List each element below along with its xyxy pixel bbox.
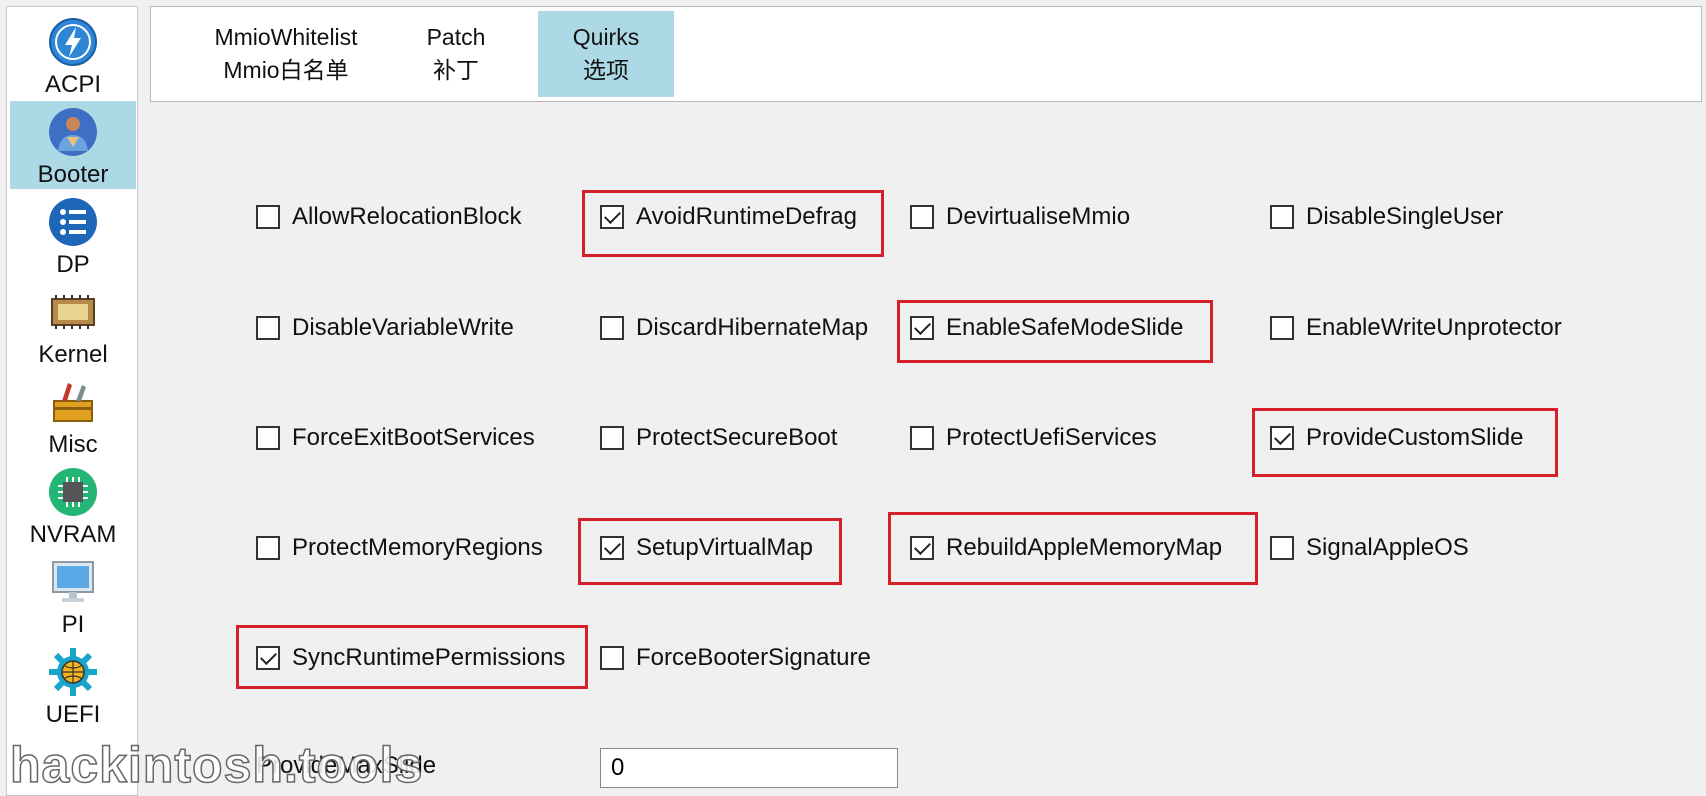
quirk-checkbox[interactable]: AvoidRuntimeDefrag: [600, 200, 857, 234]
provide-max-slide-label: ProvideMaxSlide: [256, 752, 437, 779]
quirk-label: AllowRelocationBlock: [292, 203, 522, 230]
list-icon: [49, 198, 97, 246]
quirk-label: AvoidRuntimeDefrag: [636, 203, 858, 230]
quirk-label: ProvideCustomSlide: [1306, 424, 1524, 451]
sidebar-item-pi[interactable]: PI: [10, 551, 136, 639]
sidebar-item-kernel[interactable]: Kernel: [10, 281, 136, 369]
bolt-icon: [49, 18, 97, 66]
monitor-icon: [52, 561, 94, 602]
sidebar-item-label: Booter: [37, 161, 109, 188]
quirk-checkbox[interactable]: DisableVariableWrite: [256, 311, 514, 345]
quirk-label: DiscardHibernateMap: [636, 314, 869, 341]
tab-bar: MmioWhitelist Mmio白名单 Patch 补丁 Quirks 选项: [150, 6, 1702, 102]
checkbox[interactable]: [910, 205, 934, 229]
checkbox[interactable]: [600, 646, 624, 670]
sidebar-item-label: Kernel: [38, 341, 108, 368]
quirk-checkbox[interactable]: DevirtualiseMmio: [910, 200, 1130, 234]
checkbox[interactable]: [256, 205, 280, 229]
checkbox[interactable]: [1270, 536, 1294, 560]
quirk-label: SignalAppleOS: [1306, 534, 1469, 561]
avatar-icon: [49, 108, 97, 156]
quirk-checkbox[interactable]: ForceBooterSignature: [600, 641, 871, 675]
quirk-label: DisableSingleUser: [1306, 203, 1504, 230]
sidebar-item-booter[interactable]: Booter: [10, 101, 136, 189]
tab-mmiowhitelist[interactable]: MmioWhitelist Mmio白名单: [191, 11, 381, 97]
quirk-checkbox[interactable]: ProtectMemoryRegions: [256, 531, 543, 565]
tab-patch[interactable]: Patch 补丁: [401, 11, 511, 97]
gear-globe-icon: [49, 648, 97, 696]
sidebar-item-acpi[interactable]: ACPI: [10, 11, 136, 99]
quirk-checkbox[interactable]: ProvideCustomSlide: [1270, 421, 1523, 455]
checkbox[interactable]: [600, 205, 624, 229]
quirk-label: EnableSafeModeSlide: [946, 314, 1184, 341]
quirk-checkbox[interactable]: EnableWriteUnprotector: [1270, 311, 1562, 345]
cpu-icon: [49, 468, 97, 516]
quirk-label: ProtectUefiServices: [946, 424, 1157, 451]
checkbox[interactable]: [256, 316, 280, 340]
checkbox[interactable]: [256, 646, 280, 670]
quirk-label: SyncRuntimePermissions: [292, 644, 566, 671]
checkbox[interactable]: [1270, 426, 1294, 450]
checkbox[interactable]: [600, 426, 624, 450]
provide-max-slide-input[interactable]: [600, 748, 898, 788]
sidebar-item-label: UEFI: [45, 701, 101, 728]
checkbox[interactable]: [600, 316, 624, 340]
quirk-checkbox[interactable]: SyncRuntimePermissions: [256, 641, 565, 675]
sidebar-item-label: DP: [56, 251, 90, 278]
quirk-label: SetupVirtualMap: [636, 534, 813, 561]
quirk-label: ProtectMemoryRegions: [292, 534, 543, 561]
quirk-label: ProtectSecureBoot: [636, 424, 838, 451]
checkbox[interactable]: [910, 426, 934, 450]
checkbox[interactable]: [910, 316, 934, 340]
sidebar-item-misc[interactable]: Misc: [10, 371, 136, 459]
quirk-checkbox[interactable]: DisableSingleUser: [1270, 200, 1503, 234]
quirk-checkbox[interactable]: ProtectSecureBoot: [600, 421, 837, 455]
sidebar-item-label: Misc: [48, 431, 98, 458]
quirk-label: ForceExitBootServices: [292, 424, 535, 451]
tab-label: MmioWhitelist: [214, 24, 358, 50]
quirk-label: DisableVariableWrite: [292, 314, 514, 341]
sidebar-item-label: PI: [61, 611, 85, 638]
tab-sublabel: Mmio白名单: [223, 57, 349, 83]
sidebar-item-nvram[interactable]: NVRAM: [10, 461, 136, 549]
quirk-checkbox[interactable]: AllowRelocationBlock: [256, 200, 521, 234]
tab-label: Quirks: [572, 24, 640, 50]
quirk-checkbox[interactable]: SetupVirtualMap: [600, 531, 813, 565]
quirk-checkbox[interactable]: ProtectUefiServices: [910, 421, 1157, 455]
tab-label: Patch: [426, 24, 486, 50]
chip-icon: [51, 295, 95, 329]
sidebar: ACPI Booter DP Kernel Misc NVRAM PI UEFI: [6, 6, 138, 796]
checkbox[interactable]: [1270, 316, 1294, 340]
toolbox-icon: [53, 383, 93, 422]
quirk-checkbox[interactable]: DiscardHibernateMap: [600, 311, 868, 345]
tab-quirks[interactable]: Quirks 选项: [538, 11, 674, 97]
sidebar-item-uefi[interactable]: UEFI: [10, 641, 136, 729]
quirk-checkbox[interactable]: SignalAppleOS: [1270, 531, 1469, 565]
quirk-label: EnableWriteUnprotector: [1306, 314, 1562, 341]
quirk-checkbox[interactable]: RebuildAppleMemoryMap: [910, 531, 1222, 565]
checkbox[interactable]: [256, 426, 280, 450]
sidebar-item-label: ACPI: [44, 71, 101, 98]
checkbox[interactable]: [910, 536, 934, 560]
quirk-checkbox[interactable]: ForceExitBootServices: [256, 421, 535, 455]
tab-sublabel: 选项: [583, 57, 629, 83]
checkbox[interactable]: [1270, 205, 1294, 229]
quirk-label: ForceBooterSignature: [636, 644, 871, 671]
sidebar-item-label: NVRAM: [29, 521, 117, 548]
quirk-checkbox[interactable]: EnableSafeModeSlide: [910, 311, 1184, 345]
tab-sublabel: 补丁: [433, 57, 479, 83]
checkbox[interactable]: [600, 536, 624, 560]
quirk-label: RebuildAppleMemoryMap: [946, 534, 1223, 561]
quirk-label: DevirtualiseMmio: [946, 203, 1131, 230]
checkbox[interactable]: [256, 536, 280, 560]
sidebar-item-dp[interactable]: DP: [10, 191, 136, 279]
